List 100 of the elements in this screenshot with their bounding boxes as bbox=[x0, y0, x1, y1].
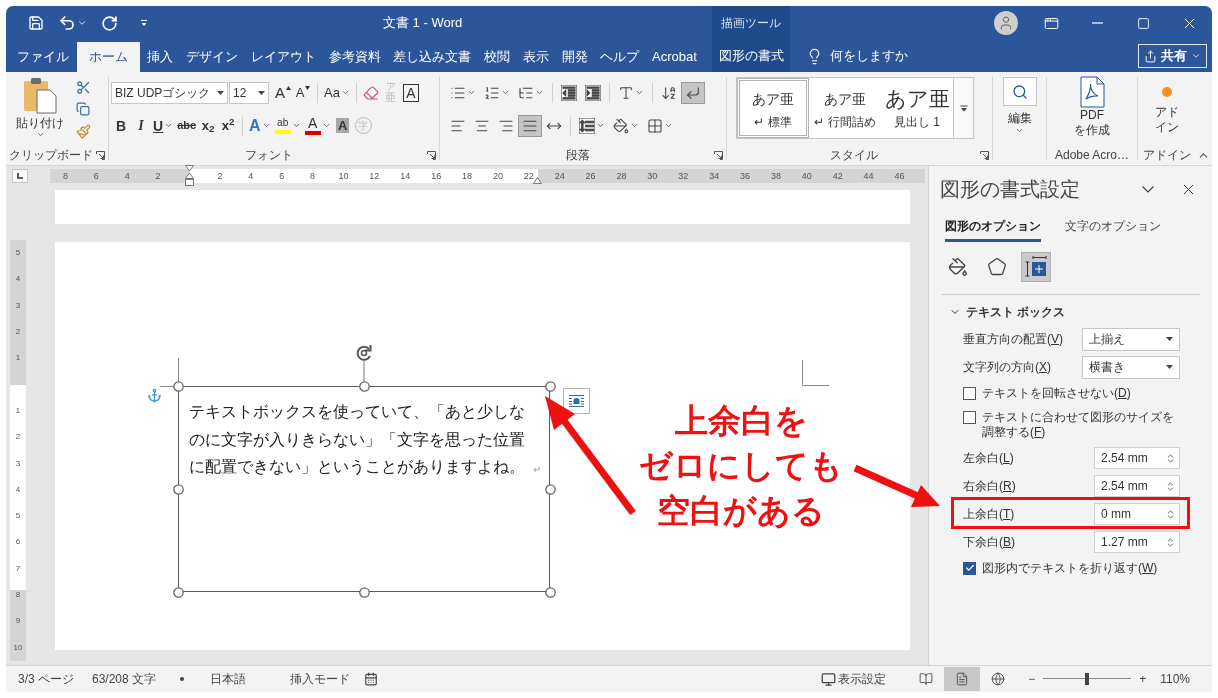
create-pdf-button[interactable]: PDF を作成 bbox=[1047, 72, 1137, 146]
spin-arrows-icon[interactable] bbox=[1165, 480, 1176, 492]
style-item[interactable]: あア亜 見出し 1 bbox=[881, 78, 953, 138]
character-border-button[interactable]: A bbox=[400, 81, 421, 104]
underline-button[interactable]: U bbox=[151, 114, 176, 137]
ribbon-tab[interactable]: ファイル bbox=[12, 42, 74, 72]
ribbon-tab[interactable]: ホーム bbox=[76, 42, 140, 72]
editing-button[interactable]: 編集 bbox=[993, 72, 1046, 146]
tell-me-search[interactable]: 何をしますか bbox=[806, 40, 908, 72]
font-name-field[interactable]: BIZ UDPゴシック bbox=[111, 81, 228, 104]
paragraph-mark: ↵ bbox=[533, 462, 541, 477]
ruler-number: 1 bbox=[15, 354, 21, 363]
ruler-number: 4 bbox=[248, 171, 254, 181]
ruler-number: 24 bbox=[554, 171, 565, 181]
ruler-number: 9 bbox=[15, 617, 21, 626]
resize-handle-icon[interactable] bbox=[359, 587, 370, 598]
monitor-icon bbox=[821, 671, 837, 687]
dialog-launcher-icon[interactable] bbox=[714, 150, 723, 160]
ruler-number: 6 bbox=[93, 171, 99, 181]
ribbon-tab[interactable]: Acrobat bbox=[647, 42, 702, 72]
indent-marker-icon[interactable] bbox=[184, 165, 194, 187]
resize-handle-icon[interactable] bbox=[359, 381, 370, 392]
dialog-launcher-icon[interactable] bbox=[96, 150, 105, 160]
dialog-launcher-icon[interactable] bbox=[980, 150, 989, 160]
caret-icon bbox=[164, 121, 174, 130]
add-ins-button[interactable]: アド イン bbox=[1138, 72, 1195, 146]
ribbon-tab[interactable]: ヘルプ bbox=[595, 42, 645, 72]
show-marks-button[interactable] bbox=[681, 81, 705, 104]
checkbox[interactable] bbox=[963, 561, 976, 575]
rotate-handle-icon[interactable] bbox=[355, 344, 373, 384]
pane-tab[interactable]: 図形のオプション bbox=[945, 212, 1041, 242]
line-spacing-icon bbox=[579, 117, 595, 134]
highlight-button[interactable]: ab bbox=[272, 114, 303, 137]
resize-handle-icon[interactable] bbox=[545, 381, 556, 392]
dropdown-field[interactable]: 横書き bbox=[1082, 355, 1180, 379]
print-layout-button[interactable] bbox=[944, 667, 981, 691]
italic-button[interactable]: I bbox=[131, 114, 151, 137]
shrink-font-button[interactable]: A bbox=[293, 81, 313, 104]
resize-handle-icon[interactable] bbox=[173, 381, 184, 392]
dialog-launcher-icon[interactable] bbox=[427, 150, 436, 160]
superscript-button[interactable]: x$^{2}$ bbox=[218, 114, 239, 137]
character-shading-button[interactable]: A bbox=[332, 114, 353, 137]
zoom-in-button[interactable]: + bbox=[1137, 670, 1149, 688]
macro-button[interactable] bbox=[364, 672, 379, 686]
spin-arrows-icon[interactable] bbox=[1165, 508, 1176, 520]
save-button[interactable] bbox=[26, 13, 46, 33]
spin-field[interactable]: 0 mm bbox=[1094, 503, 1180, 525]
grid-icon bbox=[647, 117, 663, 134]
resize-handle-icon[interactable] bbox=[173, 484, 184, 495]
spin-arrows-icon[interactable] bbox=[1165, 452, 1176, 464]
ribbon-tab[interactable]: 開発 bbox=[556, 42, 593, 72]
ribbon-tab[interactable]: 図形の書式 bbox=[712, 40, 790, 72]
font-size-field[interactable]: 12 bbox=[229, 81, 269, 104]
spin-arrows-icon[interactable] bbox=[1165, 536, 1176, 548]
paste-button[interactable]: 貼り付け bbox=[14, 76, 66, 142]
ribbon-tab[interactable]: 表示 bbox=[517, 42, 554, 72]
eraser-icon bbox=[362, 84, 379, 101]
display-settings-button[interactable]: 表示設定 bbox=[821, 670, 887, 688]
spin-field[interactable]: 1.27 mm bbox=[1094, 531, 1180, 553]
avatar-icon[interactable] bbox=[994, 11, 1018, 35]
spin-field[interactable]: 2.54 mm bbox=[1094, 475, 1180, 497]
circular-arrow-icon bbox=[101, 14, 118, 32]
resize-handle-icon[interactable] bbox=[545, 587, 556, 598]
slider-thumb[interactable] bbox=[1085, 673, 1090, 685]
strikethrough-button[interactable]: abc bbox=[175, 114, 199, 137]
group-label: クリップボード bbox=[9, 147, 94, 165]
justify-button[interactable] bbox=[518, 114, 542, 137]
change-case-button[interactable]: Aa bbox=[322, 81, 352, 104]
minimize-icon bbox=[1091, 22, 1103, 24]
maximize-icon bbox=[1136, 16, 1150, 30]
ribbon-tab[interactable]: 校閲 bbox=[479, 42, 516, 72]
subscript-button[interactable]: x$_{2}$ bbox=[198, 114, 219, 137]
spin-field[interactable]: 2.54 mm bbox=[1094, 447, 1180, 469]
caret-icon bbox=[1015, 126, 1024, 135]
indent-marker-icon[interactable] bbox=[533, 177, 542, 184]
ribbon-tab[interactable]: 挿入 bbox=[142, 42, 179, 72]
grow-font-button[interactable]: A bbox=[273, 81, 293, 104]
checkbox[interactable] bbox=[963, 386, 976, 400]
ribbon-tab[interactable]: 参考資料 bbox=[323, 42, 386, 72]
resize-handle-icon[interactable] bbox=[545, 484, 556, 495]
tab-stop-icon bbox=[17, 173, 23, 179]
share-button[interactable]: 共有 bbox=[1138, 44, 1207, 68]
text-effects-button[interactable]: A bbox=[247, 114, 273, 137]
bold-button[interactable]: B bbox=[111, 114, 131, 137]
style-item[interactable]: あア亜 ↵ 標準 bbox=[737, 78, 809, 138]
size-properties-tab[interactable] bbox=[1021, 252, 1051, 282]
checkbox[interactable] bbox=[963, 410, 976, 424]
resize-handle-icon[interactable] bbox=[173, 587, 184, 598]
ribbon-tab[interactable]: 差し込み文書 bbox=[388, 42, 477, 72]
style-item[interactable]: あア亜 ↵ 行間詰め bbox=[809, 78, 881, 138]
window-icon bbox=[1043, 15, 1059, 31]
font-color-button[interactable]: A bbox=[302, 114, 333, 137]
ribbon-tab[interactable]: レイアウト bbox=[245, 42, 321, 72]
dropdown-field[interactable]: 上揃え bbox=[1082, 327, 1180, 351]
zoom-out-button[interactable]: − bbox=[1026, 670, 1038, 688]
tab-stop-selector[interactable] bbox=[12, 169, 28, 183]
pane-tab[interactable]: 文字のオプション bbox=[1065, 212, 1161, 242]
ruler-number: 10 bbox=[338, 171, 349, 181]
layout-options-button[interactable] bbox=[563, 388, 590, 414]
ribbon-tab[interactable]: デザイン bbox=[181, 42, 244, 72]
